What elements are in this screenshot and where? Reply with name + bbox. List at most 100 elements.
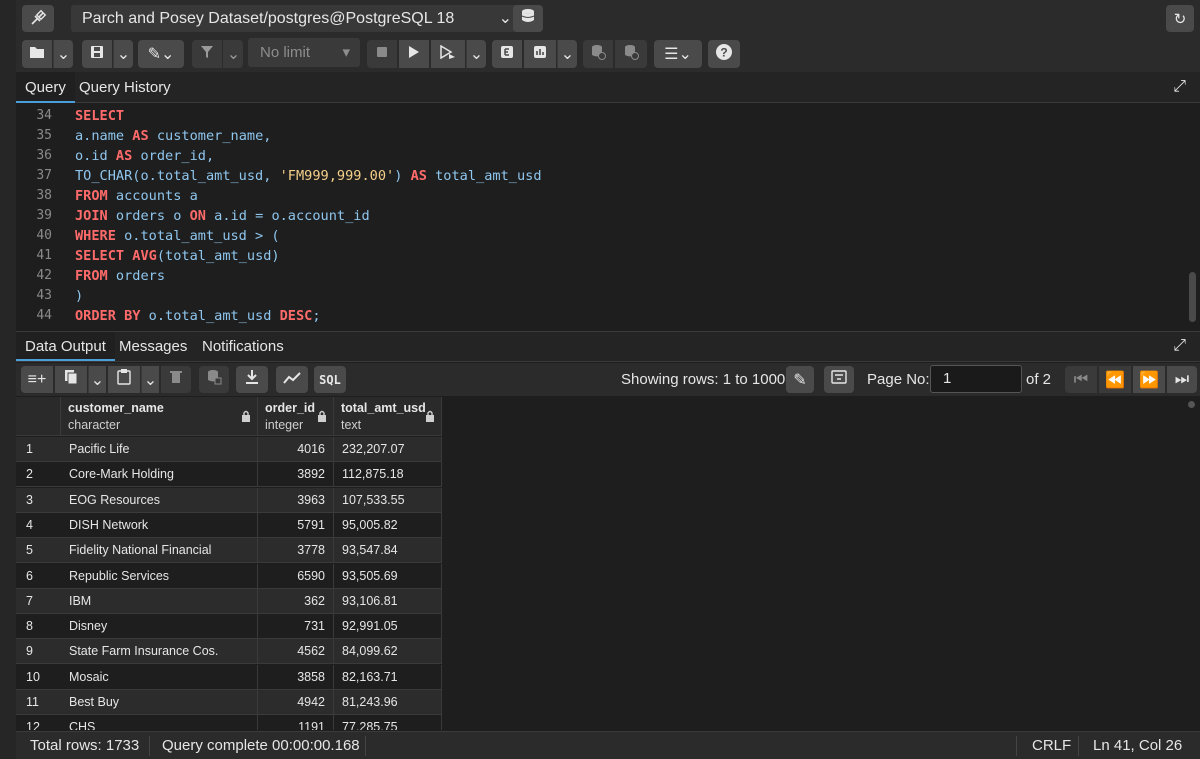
save-data-button[interactable]: [199, 366, 229, 393]
connection-select[interactable]: Parch and Posey Dataset/postgres@Postgre…: [71, 5, 524, 32]
table-cell[interactable]: Best Buy: [61, 690, 258, 715]
tab-data-output[interactable]: Data Output: [16, 332, 115, 361]
editor-scrollbar[interactable]: [1189, 272, 1196, 322]
tab-query[interactable]: Query: [16, 72, 75, 103]
next-page-button[interactable]: ⏩: [1133, 366, 1165, 393]
table-cell[interactable]: 1191: [258, 715, 334, 730]
open-file-button[interactable]: [22, 40, 52, 68]
table-cell[interactable]: DISH Network: [61, 512, 258, 538]
grid-scrollbar[interactable]: [1188, 401, 1195, 408]
table-cell[interactable]: 3858: [258, 664, 334, 690]
table-cell[interactable]: 5791: [258, 512, 334, 538]
copy-dropdown[interactable]: ⌄: [88, 366, 106, 393]
table-row[interactable]: 11 Best Buy 4942 81,243.96: [16, 690, 442, 715]
paste-button[interactable]: [108, 366, 140, 393]
table-cell[interactable]: 232,207.07: [334, 437, 442, 462]
save-file-button[interactable]: [82, 40, 112, 68]
execute-dropdown[interactable]: ⌄: [466, 40, 486, 68]
explain-dropdown[interactable]: ⌄: [557, 40, 577, 68]
table-row[interactable]: 4 DISH Network 5791 95,005.82: [16, 512, 442, 538]
table-cell[interactable]: 93,505.69: [334, 563, 442, 589]
table-cell[interactable]: Republic Services: [61, 563, 258, 589]
column-header[interactable]: customer_name character: [61, 397, 258, 436]
open-file-dropdown[interactable]: ⌄: [53, 40, 73, 68]
paste-dropdown[interactable]: ⌄: [141, 366, 159, 393]
table-row[interactable]: 1 Pacific Life 4016 232,207.07: [16, 437, 442, 462]
table-cell[interactable]: 93,547.84: [334, 538, 442, 564]
table-cell[interactable]: 362: [258, 588, 334, 614]
tab-notifications[interactable]: Notifications: [193, 332, 293, 361]
edit-rows-button[interactable]: ✎: [786, 366, 814, 393]
table-cell[interactable]: 731: [258, 614, 334, 640]
add-row-button[interactable]: ≡+: [21, 366, 53, 393]
connection-status-button[interactable]: [22, 5, 54, 32]
table-cell[interactable]: 81,243.96: [334, 690, 442, 715]
table-cell[interactable]: 84,099.62: [334, 639, 442, 665]
table-cell[interactable]: 95,005.82: [334, 512, 442, 538]
table-cell[interactable]: 82,163.71: [334, 664, 442, 690]
execute-script-button[interactable]: [431, 40, 465, 68]
table-cell[interactable]: 3892: [258, 462, 334, 488]
table-row[interactable]: 8 Disney 731 92,991.05: [16, 614, 442, 640]
sql-button[interactable]: SQL: [314, 366, 346, 393]
table-cell[interactable]: EOG Resources: [61, 487, 258, 513]
page-number-input[interactable]: 1: [930, 365, 1022, 393]
tab-messages[interactable]: Messages: [110, 332, 196, 361]
table-cell[interactable]: Fidelity National Financial: [61, 538, 258, 564]
table-row[interactable]: 9 State Farm Insurance Cos. 4562 84,099.62: [16, 639, 442, 665]
last-page-button[interactable]: ⏭: [1167, 366, 1197, 393]
table-cell[interactable]: CHS: [61, 715, 258, 730]
table-row[interactable]: 12 CHS 1191 77,285.75: [16, 715, 442, 730]
table-row[interactable]: 6 Republic Services 6590 93,505.69: [16, 563, 442, 589]
rollback-button[interactable]: [615, 40, 647, 68]
column-header[interactable]: order_id integer: [258, 397, 334, 436]
table-cell[interactable]: Disney: [61, 614, 258, 640]
tab-query-history[interactable]: Query History: [70, 72, 180, 103]
explain-button[interactable]: [492, 40, 522, 68]
table-cell[interactable]: 6590: [258, 563, 334, 589]
graph-button[interactable]: [276, 366, 308, 393]
table-cell[interactable]: IBM: [61, 588, 258, 614]
macros-button[interactable]: ☰⌄: [654, 40, 702, 68]
new-connection-button[interactable]: [513, 5, 543, 32]
table-cell[interactable]: 4942: [258, 690, 334, 715]
table-cell[interactable]: 4016: [258, 437, 334, 462]
table-cell[interactable]: 93,106.81: [334, 588, 442, 614]
expand-icon[interactable]: ⤢: [1173, 337, 1186, 355]
table-row[interactable]: 5 Fidelity National Financial 3778 93,547.8…: [16, 538, 442, 564]
table-cell[interactable]: 3778: [258, 538, 334, 564]
delete-button[interactable]: [161, 366, 191, 393]
stop-button[interactable]: [367, 40, 397, 68]
explain-analyze-button[interactable]: [524, 40, 556, 68]
table-cell[interactable]: 4562: [258, 639, 334, 665]
expand-icon[interactable]: ⤢: [1173, 78, 1186, 96]
column-header[interactable]: total_amt_usd text: [334, 397, 442, 436]
edit-button[interactable]: ✎⌄: [138, 40, 184, 68]
first-page-button[interactable]: ⏮: [1065, 366, 1097, 393]
table-cell[interactable]: Pacific Life: [61, 437, 258, 462]
table-row[interactable]: 7 IBM 362 93,106.81: [16, 588, 442, 614]
sql-editor[interactable]: 34 SELECT 35 a.name AS customer_name, 36 o.…: [16, 104, 1200, 330]
filter-button[interactable]: [192, 40, 222, 68]
table-cell[interactable]: State Farm Insurance Cos.: [61, 639, 258, 665]
refresh-button[interactable]: ↻: [1166, 5, 1194, 32]
execute-button[interactable]: [399, 40, 429, 68]
table-cell[interactable]: 92,991.05: [334, 614, 442, 640]
table-cell[interactable]: 3963: [258, 487, 334, 513]
row-limit-select[interactable]: No limit ▾: [248, 38, 360, 67]
download-button[interactable]: [236, 366, 268, 393]
table-row[interactable]: 10 Mosaic 3858 82,163.71: [16, 664, 442, 690]
table-cell[interactable]: 112,875.18: [334, 462, 442, 488]
table-cell[interactable]: Core-Mark Holding: [61, 462, 258, 488]
copy-button[interactable]: [55, 366, 87, 393]
table-row[interactable]: 2 Core-Mark Holding 3892 112,875.18: [16, 462, 442, 488]
table-cell[interactable]: 77,285.75: [334, 715, 442, 730]
save-file-dropdown[interactable]: ⌄: [113, 40, 133, 68]
table-cell[interactable]: 107,533.55: [334, 487, 442, 513]
previous-page-button[interactable]: ⏪: [1099, 366, 1131, 393]
pagination-settings-button[interactable]: [824, 366, 854, 393]
commit-button[interactable]: [583, 40, 613, 68]
filter-dropdown[interactable]: ⌄: [223, 40, 243, 68]
table-cell[interactable]: Mosaic: [61, 664, 258, 690]
help-button[interactable]: ?: [708, 40, 740, 68]
